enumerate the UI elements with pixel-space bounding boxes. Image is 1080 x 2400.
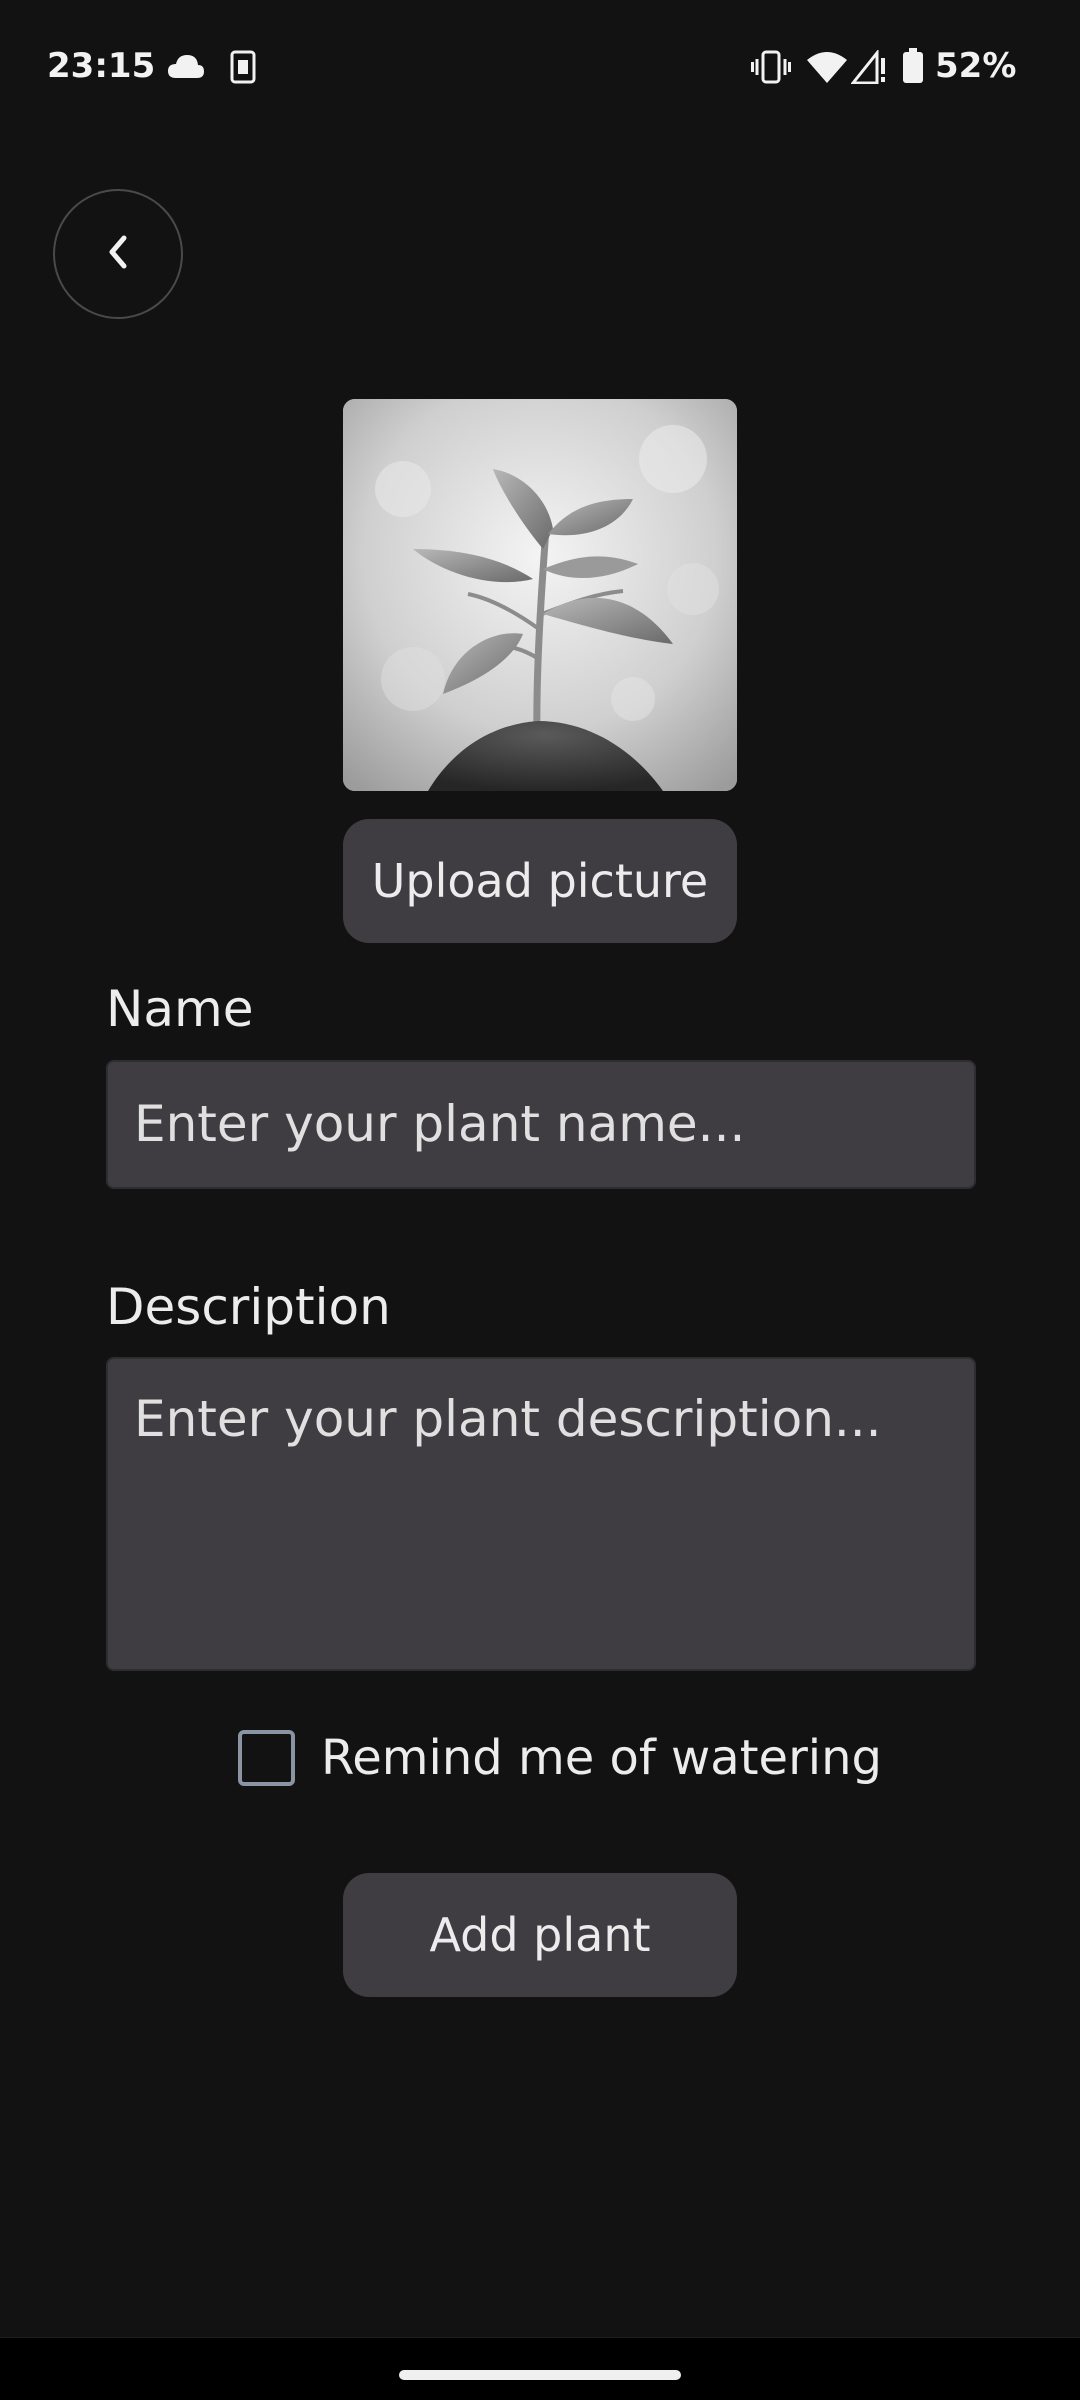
add-plant-screen: 23:15 52% Upload picture Name Enter your…: [0, 0, 1080, 2400]
battery-icon: [902, 48, 924, 88]
description-label: Description: [106, 1278, 391, 1336]
navigation-bar: [0, 2337, 1080, 2400]
name-input[interactable]: Enter your plant name...: [106, 1060, 976, 1189]
signal-icon: [849, 48, 887, 88]
watering-reminder-label: Remind me of watering: [321, 1730, 883, 1786]
watering-reminder-row[interactable]: Remind me of watering: [238, 1729, 882, 1787]
add-plant-button[interactable]: Add plant: [343, 1873, 737, 1997]
vibrate-icon: [751, 50, 791, 88]
description-input[interactable]: Enter your plant description...: [106, 1357, 976, 1671]
watering-reminder-checkbox[interactable]: [238, 1730, 295, 1786]
upload-picture-button[interactable]: Upload picture: [343, 819, 737, 943]
home-indicator[interactable]: [399, 2370, 681, 2380]
name-placeholder: Enter your plant name...: [134, 1095, 746, 1153]
wifi-icon: [806, 50, 848, 88]
status-time: 23:15: [47, 46, 156, 86]
plant-picture: [343, 399, 737, 791]
description-placeholder: Enter your plant description...: [134, 1390, 882, 1448]
battery-percentage: 52%: [935, 46, 1017, 86]
name-label: Name: [106, 980, 254, 1038]
sim-card-icon: [230, 50, 256, 88]
back-button[interactable]: [53, 189, 183, 319]
cloud-icon: [166, 52, 206, 84]
status-bar: 23:15 52%: [0, 0, 1080, 140]
chevron-left-icon: [103, 232, 133, 276]
